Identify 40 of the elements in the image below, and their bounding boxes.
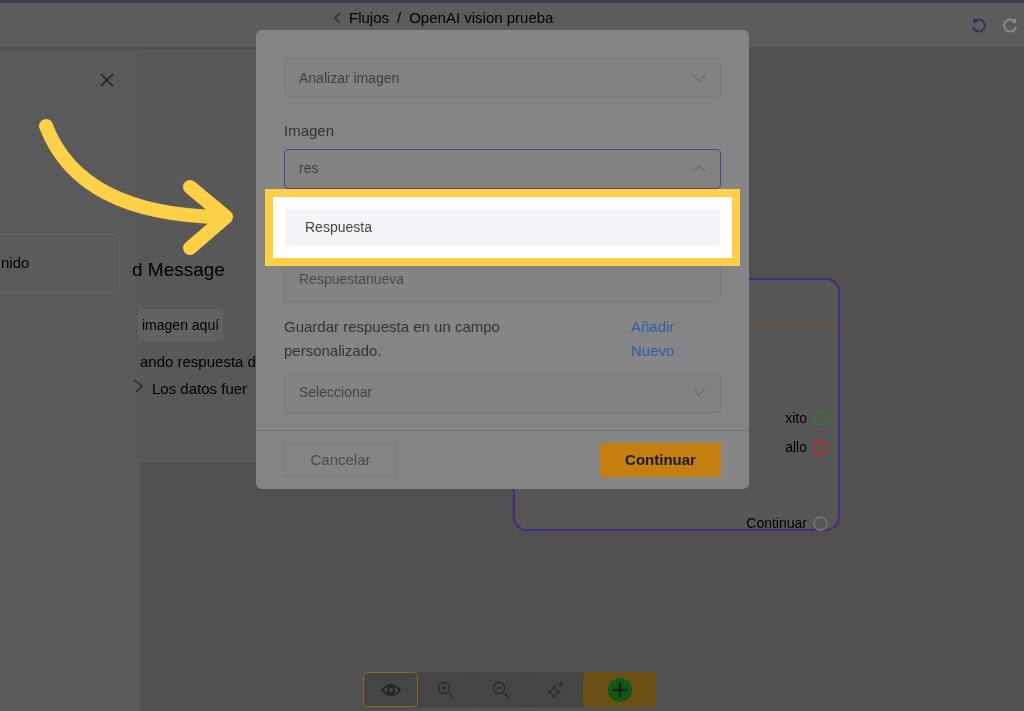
chevron-up-icon xyxy=(692,164,706,173)
cancel-button[interactable]: Cancelar xyxy=(284,443,397,477)
handle-label: xito xyxy=(785,409,807,428)
handle-label: allo xyxy=(785,438,807,457)
toolbar-button[interactable] xyxy=(528,672,583,707)
handle-label: Continuar xyxy=(746,514,807,533)
toolbar-button[interactable] xyxy=(418,672,473,707)
continue-button[interactable]: Continuar xyxy=(600,443,721,477)
data-icon xyxy=(132,379,144,393)
zoom-out-icon xyxy=(491,680,510,699)
save-label: Guardar respuesta en un campo personalizado. xyxy=(284,316,501,361)
status-text: Los datos fuer xyxy=(152,379,248,399)
input-value: res xyxy=(299,159,319,178)
breadcrumb-current: OpenAI vision prueba xyxy=(409,8,554,28)
select-value: Analizar imagen xyxy=(299,68,400,88)
select-placeholder: Seleccionar xyxy=(299,383,373,402)
back-icon[interactable] xyxy=(333,12,341,25)
field-label: Imagen xyxy=(284,121,336,141)
sparkle-icon xyxy=(546,680,565,699)
panel-heading: d Message xyxy=(132,258,225,282)
add-new-link[interactable]: Añadir Nuevo xyxy=(631,314,691,363)
option-card[interactable]: nido xyxy=(0,234,120,293)
field-select[interactable]: Seleccionar xyxy=(284,372,721,413)
status-text: ando respuesta d xyxy=(140,352,256,372)
action-select[interactable]: Analizar imagen xyxy=(284,58,721,98)
breadcrumb-separator: / xyxy=(397,8,402,28)
chevron-down-icon xyxy=(692,73,706,83)
image-chip: imagen aquí xyxy=(138,309,224,341)
undo-icon[interactable] xyxy=(970,17,988,35)
toolbar-button[interactable] xyxy=(583,672,656,707)
zoom-in-icon xyxy=(436,680,455,699)
toolbar-button[interactable] xyxy=(363,672,418,707)
eye-icon xyxy=(380,682,401,697)
dropdown-option[interactable]: Respuestanueva xyxy=(285,265,720,294)
close-icon[interactable] xyxy=(100,73,114,87)
add-icon xyxy=(606,676,633,703)
chevron-down-icon xyxy=(692,388,706,397)
image-input[interactable]: res xyxy=(284,148,721,189)
redo-icon[interactable] xyxy=(1001,17,1019,35)
breadcrumb-link[interactable]: Flujos xyxy=(349,7,389,30)
